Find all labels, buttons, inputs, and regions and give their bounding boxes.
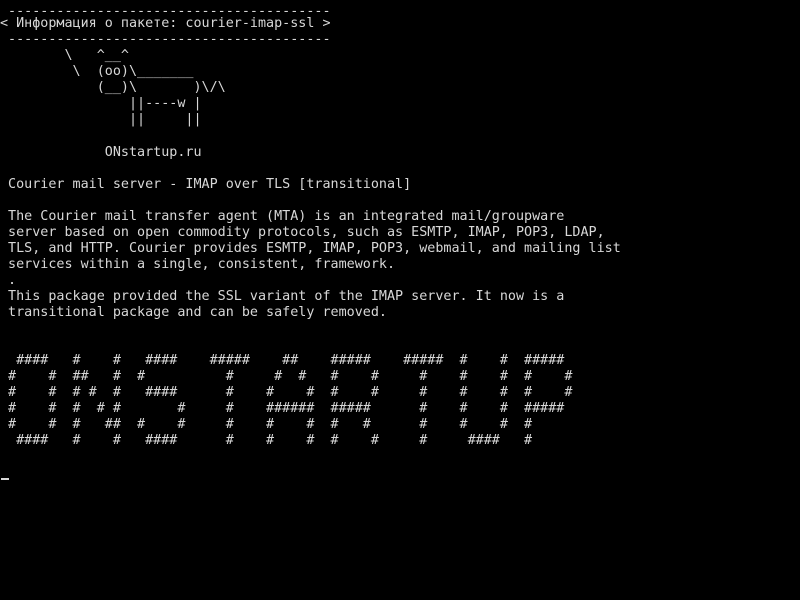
description-line-6: transitional package and can be safely r… (0, 305, 387, 320)
banner-line-3: # # # # # #### # # # # # # # # # # (0, 385, 573, 400)
description-line-4: services within a single, consistent, fr… (0, 257, 396, 272)
package-summary: Courier mail server - IMAP over TLS [tra… (0, 177, 412, 192)
cow-line-1: \ ^__^ (0, 48, 129, 63)
description-line-3: TLS, and HTTP. Courier provides ESMTP, I… (0, 241, 621, 256)
cow-line-4: ||----w | (0, 96, 202, 111)
description-line-1: The Courier mail transfer agent (MTA) is… (0, 209, 565, 224)
text-cursor[interactable] (1, 478, 9, 480)
description-line-2: server based on open commodity protocols… (0, 225, 605, 240)
cow-line-2: \ (oo)\_______ (0, 64, 194, 79)
cow-line-5: || || (0, 112, 202, 127)
speech-bubble-bottom: ---------------------------------------- (0, 32, 331, 47)
description-line-5: This package provided the SSL variant of… (0, 289, 565, 304)
site-label: ONstartup.ru (0, 145, 202, 160)
banner-line-5: # # # ## # # # # # # # # # # # (0, 417, 533, 432)
banner-line-4: # # # # # # # ###### ##### # # # ##### (0, 401, 565, 416)
speech-bubble-text: < Информация о пакете: courier-imap-ssl … (0, 16, 331, 31)
banner-line-2: # # ## # # # # # # # # # # # # (0, 369, 573, 384)
terminal-screen: ----------------------------------------… (0, 0, 800, 600)
banner-line-1: #### # # #### ##### ## ##### ##### # # #… (0, 353, 565, 368)
description-separator: . (0, 273, 17, 288)
cow-line-3: (__)\ )\/\ (0, 80, 226, 95)
banner-line-6: #### # # #### # # # # # # #### # (0, 433, 533, 448)
